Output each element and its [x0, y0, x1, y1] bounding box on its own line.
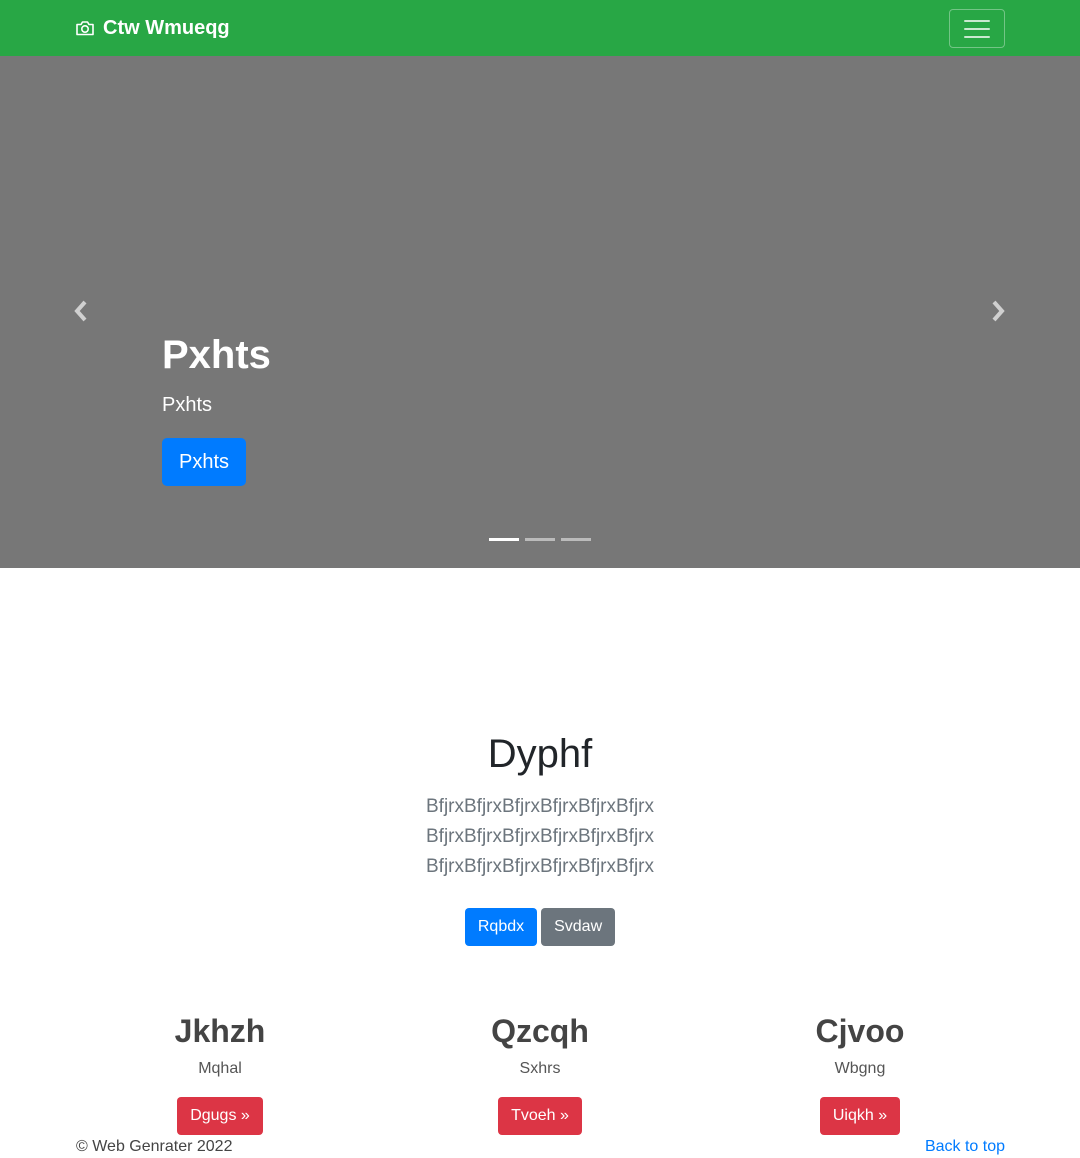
- column-button[interactable]: Uiqkh »: [819, 1097, 901, 1135]
- carousel-prev-button[interactable]: [66, 296, 96, 326]
- feature-columns: Jkhzh Mqhal Dgugs » Qzcqh Sxhrs Tvoeh » …: [60, 1012, 1020, 1135]
- carousel: Pxhts Pxhts Pxhts: [0, 56, 1080, 568]
- navbar-toggler-button[interactable]: [949, 9, 1005, 48]
- chevron-right-icon: [992, 300, 1005, 322]
- brand-link[interactable]: Ctw Wmueqg: [75, 16, 230, 40]
- hamburger-line: [964, 27, 990, 30]
- hamburger-line: [964, 35, 990, 38]
- carousel-next-button[interactable]: [983, 296, 1013, 326]
- carousel-caption: Pxhts Pxhts Pxhts: [162, 332, 271, 486]
- hero-lead: BfjrxBfjrxBfjrxBfjrxBfjrxBfjrx BfjrxBfjr…: [426, 796, 654, 877]
- column-text: Mqhal: [198, 1060, 242, 1077]
- primary-button[interactable]: Rqbdx: [464, 908, 538, 946]
- hero-section: Dyphf BfjrxBfjrxBfjrxBfjrxBfjrxBfjrx Bfj…: [0, 730, 1080, 946]
- carousel-subtitle: Pxhts: [162, 394, 213, 416]
- camera-icon: [76, 21, 94, 36]
- chevron-left-icon: [74, 300, 87, 322]
- hero-title: Dyphf: [487, 732, 593, 776]
- carousel-indicators: [489, 538, 591, 541]
- secondary-button[interactable]: Svdaw: [541, 908, 616, 946]
- feature-column: Jkhzh Mqhal Dgugs »: [60, 1012, 380, 1135]
- column-button[interactable]: Dgugs »: [177, 1097, 263, 1135]
- footer-copyright: © Web Genrater 2022: [76, 1138, 233, 1155]
- column-text: Sxhrs: [519, 1060, 561, 1077]
- hero-buttons: Rqbdx Svdaw: [0, 908, 1080, 946]
- back-to-top-link[interactable]: Back to top: [925, 1136, 1005, 1158]
- carousel-indicator-2[interactable]: [525, 538, 555, 541]
- feature-column: Cjvoo Wbgng Uiqkh »: [700, 1012, 1020, 1135]
- feature-column: Qzcqh Sxhrs Tvoeh »: [380, 1012, 700, 1135]
- carousel-cta-button[interactable]: Pxhts: [162, 438, 247, 486]
- column-button[interactable]: Tvoeh »: [498, 1097, 582, 1135]
- column-heading: Qzcqh: [491, 1013, 589, 1049]
- carousel-indicator-3[interactable]: [561, 538, 591, 541]
- navbar: Ctw Wmueqg: [0, 0, 1080, 56]
- column-text: Wbgng: [834, 1060, 886, 1077]
- hamburger-menu-icon: [964, 19, 990, 22]
- column-heading: Cjvoo: [815, 1013, 905, 1049]
- carousel-indicator-1[interactable]: [489, 538, 519, 541]
- brand-text: Ctw Wmueqg: [103, 17, 230, 39]
- carousel-title: Pxhts: [162, 333, 271, 377]
- column-heading: Jkhzh: [174, 1013, 266, 1049]
